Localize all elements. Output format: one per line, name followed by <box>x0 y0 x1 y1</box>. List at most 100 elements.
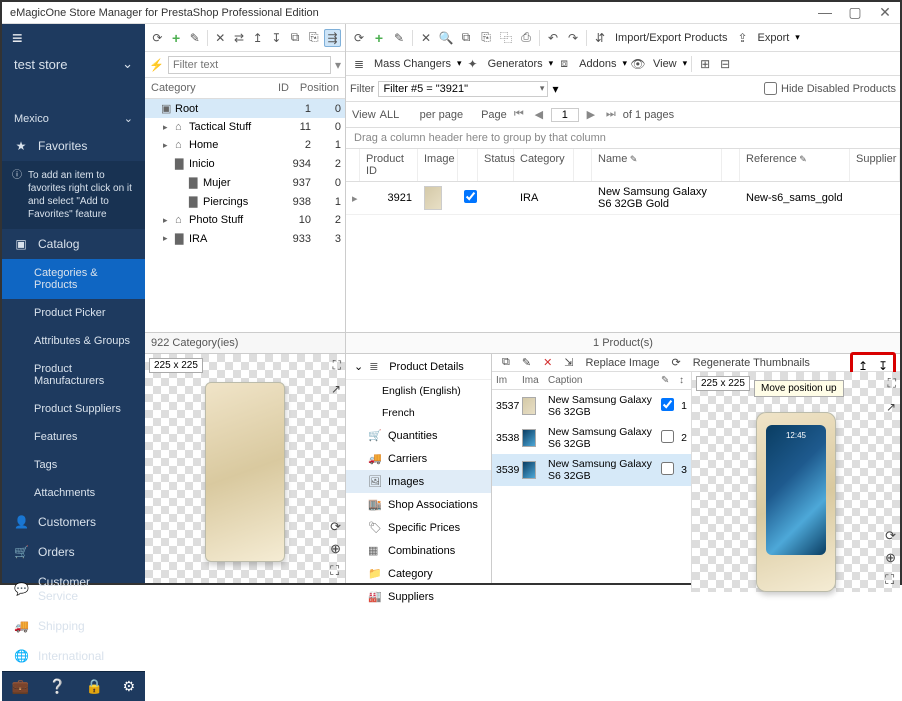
tab-combinations[interactable]: ▦Combinations <box>346 539 491 562</box>
category-row[interactable]: ▸ ⌂ Tactical Stuff 11 0 <box>145 118 345 136</box>
last-page-icon[interactable]: ⏭ <box>603 108 619 121</box>
column-header[interactable]: Supplier <box>850 149 900 181</box>
settings-icon[interactable]: ⊟ <box>716 55 734 73</box>
lang-english[interactable]: English (English) <box>346 380 491 402</box>
cover-checkbox[interactable] <box>661 430 674 443</box>
menu-icon[interactable]: ≡ <box>2 24 145 48</box>
category-row[interactable]: ▇ Inicio 934 2 <box>145 154 345 173</box>
copy-icon[interactable]: ⧉ <box>457 29 475 47</box>
tab-specific-prices[interactable]: 🏷Specific Prices <box>346 516 491 539</box>
page-size-select[interactable]: ALL <box>380 109 416 121</box>
window-maximize-icon[interactable]: ▢ <box>848 4 862 21</box>
move-up-icon[interactable]: ↥ <box>249 29 266 47</box>
tab-category[interactable]: 📁Category <box>346 562 491 585</box>
sidebar-item-customers[interactable]: 👤Customers <box>2 507 145 537</box>
region-selector[interactable]: Mexico ⌄ <box>2 106 145 131</box>
column-header[interactable] <box>574 149 592 181</box>
popup-icon[interactable]: ↗ <box>331 382 341 396</box>
add-icon[interactable]: + <box>168 29 185 47</box>
move-position-up-button[interactable]: ↥ <box>858 359 868 373</box>
col-ima[interactable]: Ima <box>518 372 544 389</box>
lock-icon[interactable]: 🔒 <box>86 678 103 695</box>
addons-button[interactable]: Addons <box>575 58 620 70</box>
next-page-icon[interactable]: ▶ <box>583 108 599 121</box>
column-header[interactable] <box>722 149 740 181</box>
category-row[interactable]: ▇ Mujer 937 0 <box>145 173 345 192</box>
product-row[interactable]: ▸ 3921 IRA New Samsung Galaxy S6 32GB Go… <box>346 182 900 215</box>
prev-page-icon[interactable]: ◀ <box>531 108 547 121</box>
edit-icon[interactable]: ✎ <box>390 29 408 47</box>
view-button[interactable]: View <box>649 58 681 70</box>
store-selector[interactable]: test store ⌄ <box>2 48 145 80</box>
column-header[interactable]: Image <box>418 149 458 181</box>
export-button[interactable]: Export <box>754 32 794 44</box>
zoom-icon[interactable]: ⊕ <box>330 541 341 557</box>
column-header[interactable]: Product ID <box>360 149 418 181</box>
column-position[interactable]: Position <box>289 82 339 94</box>
import-export-button[interactable]: Import/Export Products <box>611 32 732 44</box>
tab-carriers[interactable]: 🚚Carriers <box>346 447 491 470</box>
swap-icon[interactable]: ⇄ <box>231 29 248 47</box>
sidebar-item-features[interactable]: Features <box>2 423 145 451</box>
column-id[interactable]: ID <box>259 82 289 94</box>
sidebar-item-product-suppliers[interactable]: Product Suppliers <box>2 395 145 423</box>
generators-button[interactable]: Generators <box>484 58 547 70</box>
details-header[interactable]: ⌄ ≣ Product Details <box>346 354 491 380</box>
expand-icon[interactable]: ⛶ <box>888 376 896 391</box>
reload-icon[interactable]: ⟳ <box>885 528 896 544</box>
sidebar-item-customer-service[interactable]: 💬Customer Service <box>2 567 145 611</box>
sidebar-item-international[interactable]: 🌐International <box>2 641 145 671</box>
gear-icon[interactable]: ⚙ <box>123 678 136 695</box>
apply-filter-icon[interactable]: ▾ <box>552 82 558 96</box>
window-minimize-icon[interactable]: — <box>818 4 832 21</box>
sidebar-item-attributes-groups[interactable]: Attributes & Groups <box>2 327 145 355</box>
image-row[interactable]: 3537 New Samsung Galaxy S6 32GB 1 <box>492 390 691 422</box>
tab-suppliers[interactable]: 🏭Suppliers <box>346 585 491 608</box>
col-im[interactable]: Im <box>492 372 518 389</box>
column-category[interactable]: Category <box>151 82 259 94</box>
status-checkbox[interactable] <box>464 190 477 203</box>
help-icon[interactable]: ❔ <box>49 678 66 695</box>
regenerate-button[interactable]: Regenerate Thumbnails <box>689 355 814 371</box>
column-header[interactable]: Category <box>514 149 574 181</box>
category-filter-input[interactable] <box>168 56 331 74</box>
tab-quantities[interactable]: 🛒Quantities <box>346 424 491 447</box>
category-row[interactable]: ▸ ⌂ Photo Stuff 10 2 <box>145 211 345 229</box>
move-position-down-button[interactable]: ↧ <box>878 359 888 373</box>
replace-image-button[interactable]: Replace Image <box>582 355 664 371</box>
sidebar-item-product-picker[interactable]: Product Picker <box>2 299 145 327</box>
first-page-icon[interactable]: ⏮ <box>511 108 527 121</box>
refresh-icon[interactable]: ⟳ <box>149 29 166 47</box>
column-header[interactable]: Status <box>478 149 514 181</box>
lang-french[interactable]: French <box>346 402 491 424</box>
copy-icon[interactable]: ⧉ <box>287 29 304 47</box>
col-num[interactable]: ↕ <box>675 372 691 389</box>
zoom-icon[interactable]: ⊕ <box>885 550 896 566</box>
image-row[interactable]: 3538 New Samsung Galaxy S6 32GB 2 <box>492 422 691 454</box>
reload-icon[interactable]: ⟳ <box>330 519 341 535</box>
copy-icon[interactable]: ⧉ <box>498 354 514 371</box>
undo-icon[interactable]: ↶ <box>544 29 562 47</box>
column-header[interactable]: Reference ✎ <box>740 149 850 181</box>
redo-icon[interactable]: ↷ <box>564 29 582 47</box>
edit-icon[interactable]: ✎ <box>518 354 535 371</box>
chevron-down-icon[interactable]: ▾ <box>795 32 800 43</box>
delete-icon[interactable]: ✕ <box>417 29 435 47</box>
fit-icon[interactable]: ⛶ <box>885 572 896 588</box>
cover-checkbox[interactable] <box>661 462 674 475</box>
fit-icon[interactable]: ⛶ <box>330 563 341 579</box>
category-row[interactable]: ▇ Piercings 938 1 <box>145 192 345 211</box>
edit-icon[interactable]: ✎ <box>186 29 203 47</box>
category-row[interactable]: ▸ ⌂ Home 2 1 <box>145 136 345 154</box>
sidebar-item-orders[interactable]: 🛒Orders <box>2 537 145 567</box>
duplicate-icon[interactable]: ⿻ <box>497 29 515 47</box>
search-icon[interactable]: 🔍 <box>437 29 455 47</box>
move-down-icon[interactable]: ↧ <box>268 29 285 47</box>
window-close-icon[interactable]: ✕ <box>878 4 892 21</box>
delete-icon[interactable]: ✕ <box>539 354 556 371</box>
sidebar-item-shipping[interactable]: 🚚Shipping <box>2 611 145 641</box>
expand-icon[interactable]: ▸ <box>163 233 175 244</box>
chevron-down-icon[interactable]: ▾ <box>335 58 341 72</box>
expand-icon[interactable]: ⛶ <box>333 358 341 373</box>
group-hint[interactable]: Drag a column header here to group by th… <box>346 128 900 149</box>
